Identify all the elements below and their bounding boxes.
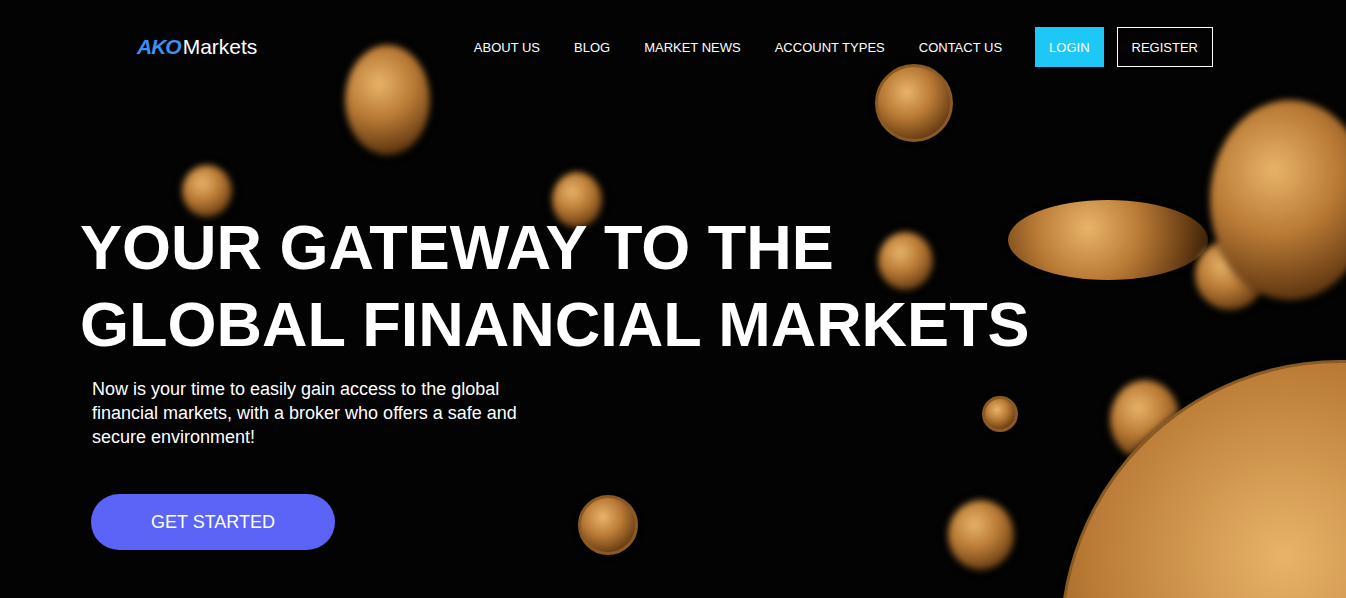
coin-icon: [182, 165, 232, 217]
register-button[interactable]: REGISTER: [1117, 27, 1213, 67]
coin-icon: [1195, 240, 1265, 310]
auth-buttons: LOGIN REGISTER: [1035, 27, 1213, 67]
coin-icon: [1110, 380, 1180, 460]
coin-icon: [878, 232, 933, 290]
main-nav: ABOUT US BLOG MARKET NEWS ACCOUNT TYPES CONT…: [474, 27, 1213, 67]
nav-link[interactable]: BLOG: [574, 40, 610, 55]
nav-link[interactable]: MARKET NEWS: [644, 40, 741, 55]
coin-icon: [1060, 360, 1346, 598]
hero-title: YOUR GATEWAY TO THEGLOBAL FINANCIAL MARK…: [80, 209, 1346, 363]
nav-link[interactable]: ACCOUNT TYPES: [775, 40, 885, 55]
coin-icon: [578, 495, 638, 555]
hero-title-line: YOUR GATEWAY TO THE: [80, 209, 1346, 286]
nav-link[interactable]: ABOUT US: [474, 40, 540, 55]
hero-subtitle: Now is your time to easily gain access t…: [92, 377, 562, 449]
logo[interactable]: AKOMarkets: [137, 35, 257, 59]
hero: YOUR GATEWAY TO THEGLOBAL FINANCIAL MARK…: [0, 209, 1346, 550]
content: AKOMarkets ABOUT US BLOG MARKET NEWS ACCOUNT…: [0, 0, 1346, 598]
coin-icon: [875, 64, 953, 142]
coin-icon: [345, 45, 430, 155]
get-started-button[interactable]: GET STARTED: [91, 494, 335, 550]
coin-icon: [1008, 200, 1208, 280]
header: AKOMarkets ABOUT US BLOG MARKET NEWS ACCOUNT…: [0, 0, 1346, 67]
coin-icon: [982, 396, 1018, 432]
login-button[interactable]: LOGIN: [1035, 27, 1103, 67]
page: AKOMarkets ABOUT US BLOG MARKET NEWS ACCOUNT…: [0, 0, 1346, 598]
coin-icon: [948, 500, 1014, 570]
logo-text[interactable]: Markets: [183, 35, 258, 59]
logo-mark[interactable]: AKO: [137, 35, 181, 59]
hero-title-line: GLOBAL FINANCIAL MARKETS: [80, 286, 1346, 363]
coin-icon: [1210, 100, 1346, 300]
nav-link[interactable]: CONTACT US: [919, 40, 1002, 55]
